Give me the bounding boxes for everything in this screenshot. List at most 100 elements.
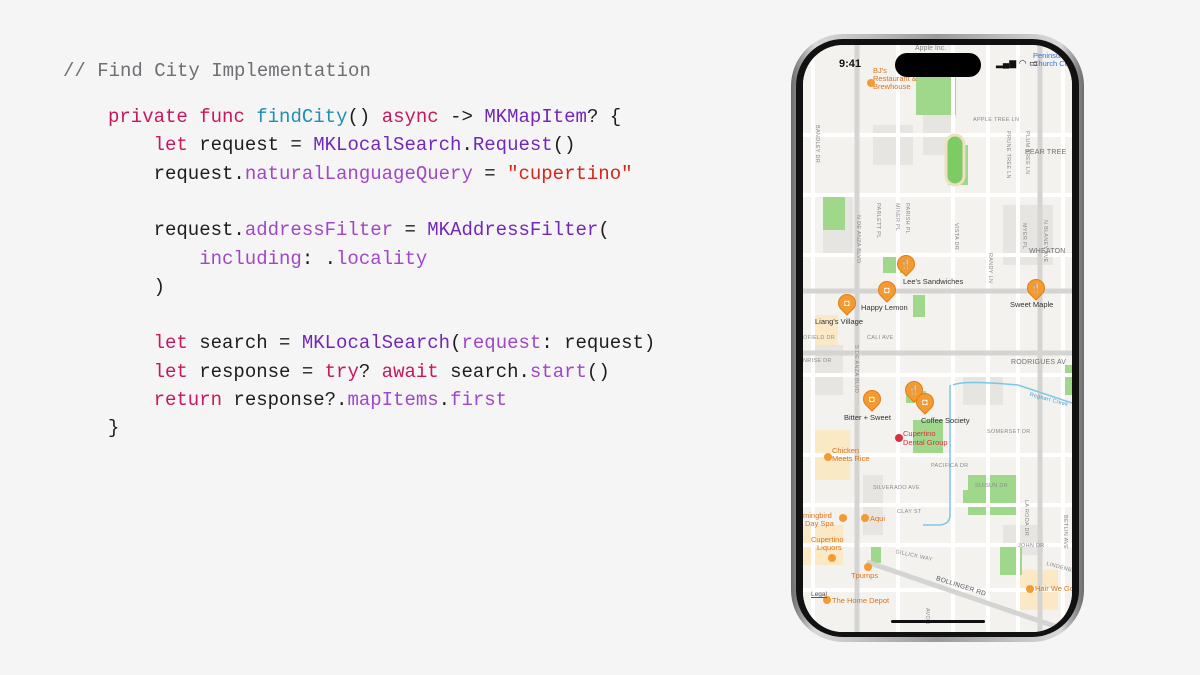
code-token: try: [324, 360, 359, 383]
street-label: N BLANEY AVE: [1042, 220, 1048, 263]
poi-label[interactable]: Bitter + Sweet: [844, 413, 891, 422]
code-token: response?.: [222, 389, 348, 411]
code-token: let: [153, 332, 188, 355]
restaurant-icon[interactable]: [861, 514, 869, 522]
code-token: first: [450, 389, 508, 411]
store-icon[interactable]: [828, 554, 836, 562]
poi-label[interactable]: Happy Lemon: [861, 303, 908, 312]
code-line: request.naturalLanguageQuery = "cupertin…: [154, 160, 633, 188]
code-token: private: [108, 106, 188, 128]
code-token: ): [153, 275, 165, 298]
code-token: Request: [472, 134, 553, 157]
code-token: addressFilter: [244, 219, 394, 242]
place-label[interactable]: Apple Inc.: [915, 45, 946, 52]
code-token: MKMapItem: [484, 106, 587, 128]
status-time: 9:41: [839, 58, 862, 70]
place-label[interactable]: Liquors: [817, 544, 842, 552]
fork-knife-icon: 🍴: [900, 259, 912, 269]
code-token: : request): [541, 332, 656, 355]
code-token: (): [552, 134, 576, 157]
place-label[interactable]: Church Center: [1033, 59, 1072, 68]
code-token: mapItems: [347, 389, 439, 411]
place-label[interactable]: The Home Depot: [832, 597, 889, 605]
place-label[interactable]: Tpumps: [851, 572, 878, 580]
code-token: request: [461, 332, 542, 355]
code-token: request.: [153, 219, 245, 242]
salon-icon[interactable]: [1026, 585, 1034, 593]
street-label: WHEATON: [1029, 248, 1066, 255]
street-label: CALI AVE: [867, 335, 894, 341]
dynamic-island: [895, 53, 981, 77]
street-label: BANDLEY DR: [814, 125, 820, 164]
code-line: }: [108, 414, 119, 442]
code-line: ): [154, 273, 165, 301]
code-token: start: [529, 360, 587, 383]
code-token: "cupertino": [507, 162, 633, 185]
street-label: BETLIN AVE: [1062, 515, 1068, 550]
place-label[interactable]: Dental Group: [903, 438, 948, 447]
code-token: request.: [153, 162, 245, 185]
code-token: : .: [301, 247, 337, 270]
restaurant-icon[interactable]: [824, 453, 832, 461]
street-label: PARISH PL: [904, 203, 910, 235]
code-token: ?: [358, 360, 382, 383]
cafe-icon[interactable]: [864, 563, 872, 571]
code-line: let search = MKLocalSearch(request: requ…: [154, 329, 656, 357]
code-token: search =: [187, 332, 302, 355]
spa-icon[interactable]: [839, 514, 847, 522]
place-label[interactable]: Meets Rice: [832, 455, 870, 463]
code-token: (: [450, 332, 462, 355]
street-label: NRISE DR: [803, 358, 832, 364]
street-label: JOHN DR: [1018, 543, 1045, 549]
place-label[interactable]: Cupertino: [903, 430, 936, 438]
code-line: request.addressFilter = MKAddressFilter(: [154, 216, 610, 244]
place-label[interactable]: Aqui: [870, 515, 885, 523]
legal-link[interactable]: Legal: [811, 591, 827, 598]
code-token: (: [598, 219, 610, 242]
street-label: RODRIGUES AV: [1011, 359, 1067, 366]
map-screen[interactable]: Apple Inc. BJ's Restaurant & Brewhouse P…: [803, 45, 1072, 632]
poi-label[interactable]: Coffee Society: [921, 416, 970, 425]
street-label: RANDY LN: [987, 253, 993, 284]
code-line: let request = MKLocalSearch.Request(): [154, 131, 576, 159]
poi-label[interactable]: Lee's Sandwiches: [903, 277, 963, 286]
code-token: response =: [187, 360, 325, 383]
street-label: LA RODA DR: [1023, 500, 1029, 537]
place-label[interactable]: Day Spa: [805, 520, 834, 528]
poi-label[interactable]: Sweet Maple: [1010, 300, 1053, 309]
code-token: (): [586, 360, 610, 383]
street-label: OFIELD DR: [803, 335, 836, 341]
code-token: naturalLanguageQuery: [244, 162, 473, 185]
code-token: locality: [336, 247, 428, 270]
cup-icon: ◘: [869, 394, 875, 404]
code-token: findCity: [256, 106, 348, 128]
code-token: =: [393, 219, 428, 242]
code-comment: // Find City Implementation: [63, 60, 371, 82]
place-label[interactable]: Hair We Go: [1035, 585, 1072, 593]
street-label: APPLE TREE LN: [973, 117, 1020, 123]
street-label: SUISUN DR: [975, 483, 1008, 489]
poi-label[interactable]: Liang's Village: [815, 317, 863, 326]
street-label: PARLETT PL: [875, 203, 881, 239]
home-indicator[interactable]: [891, 620, 985, 623]
cup-icon: ◘: [922, 397, 928, 407]
street-label: S DE ANZA BLVD: [853, 345, 859, 394]
code-token: ->: [438, 106, 485, 128]
dental-icon[interactable]: [895, 434, 903, 442]
code-line: let response = try? await search.start(): [154, 358, 610, 386]
fork-knife-icon: 🍴: [1030, 283, 1042, 293]
street-label: N DE ANZA BLVD: [855, 215, 861, 264]
place-label[interactable]: Brewhouse: [873, 83, 911, 91]
code-token: (): [347, 106, 382, 128]
status-icons: ▂▄▆ ◠ ▭: [996, 58, 1038, 68]
code-token: async: [381, 106, 439, 128]
code-token: ? {: [586, 106, 622, 128]
restaurant-icon[interactable]: [867, 79, 875, 87]
code-token: request =: [187, 134, 314, 157]
code-line: including: .locality: [199, 245, 427, 273]
street-label: MYER PL: [1021, 223, 1027, 250]
cup-icon: ◘: [844, 298, 850, 308]
street-label: PEAR TREE: [1025, 149, 1067, 156]
